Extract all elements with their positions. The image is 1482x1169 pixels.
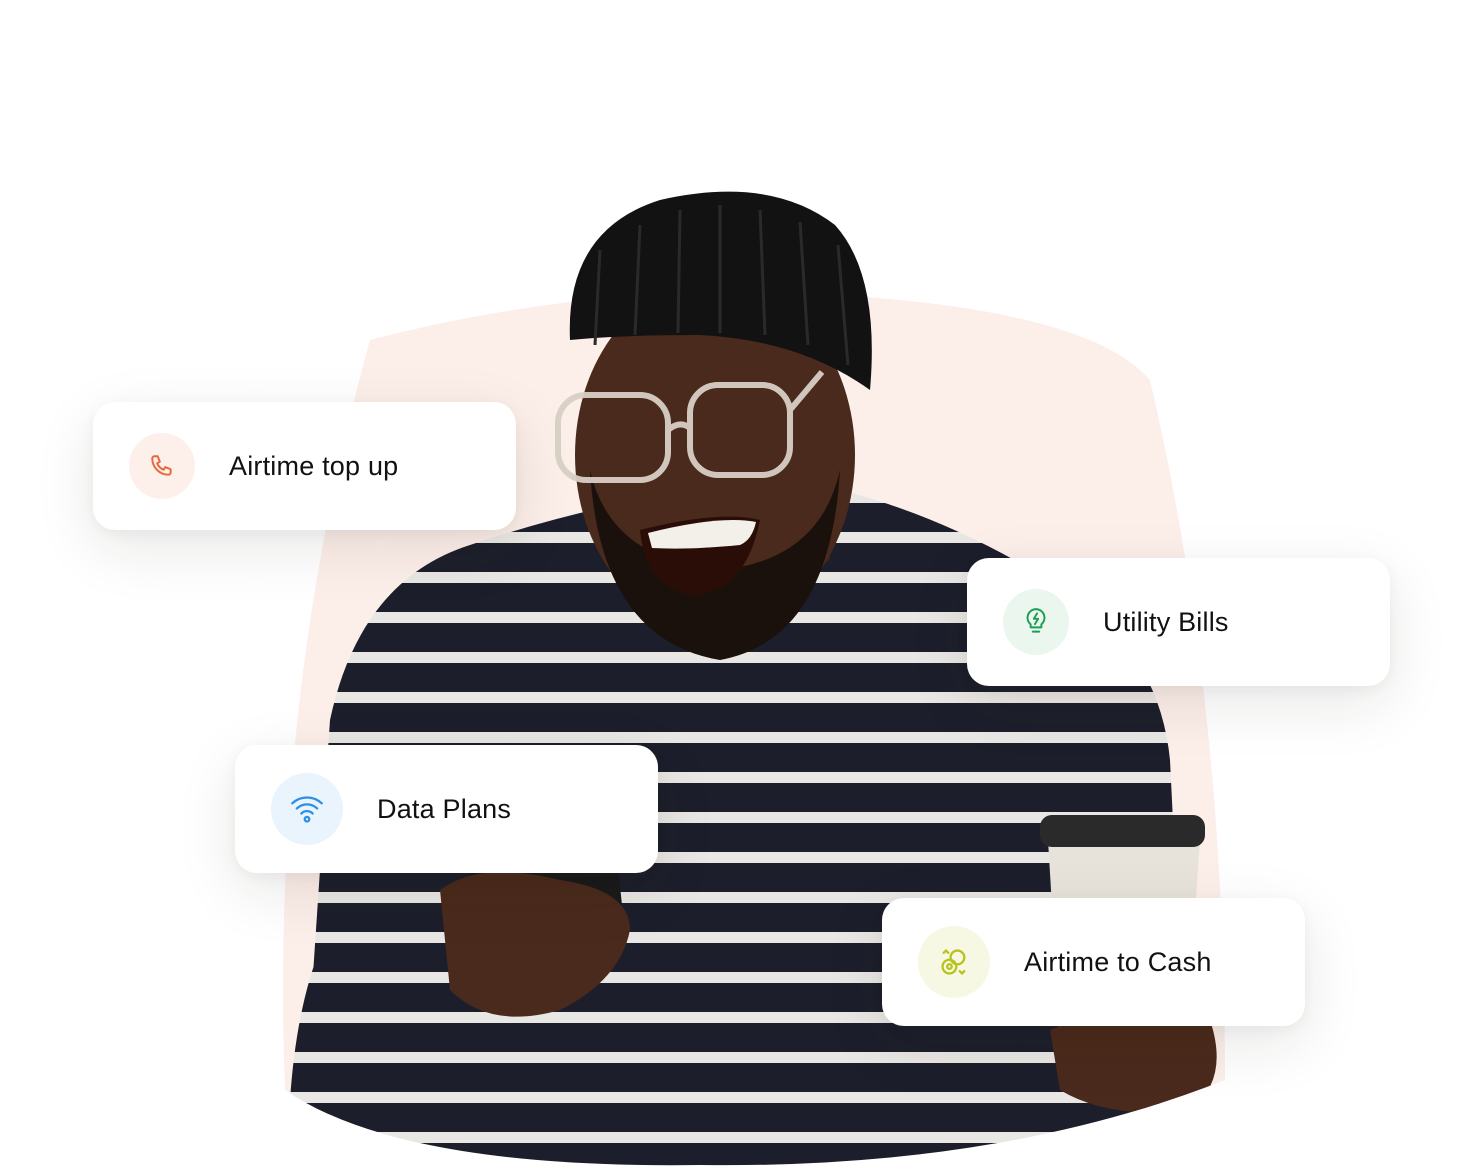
cash-icon-badge [918, 926, 990, 998]
wifi-icon [291, 796, 323, 823]
data-icon-badge [271, 773, 343, 845]
coffee-lid [1040, 815, 1205, 847]
utility-icon-badge [1003, 589, 1069, 655]
airtime-to-cash-card[interactable]: Airtime to Cash [882, 898, 1305, 1026]
data-plans-card[interactable]: Data Plans [235, 745, 658, 873]
data-plans-label: Data Plans [377, 793, 512, 824]
utility-bills-label: Utility Bills [1103, 606, 1229, 637]
lightbulb-bolt-icon [1026, 608, 1046, 633]
coins-exchange-icon [941, 948, 966, 976]
phone-icon [151, 455, 172, 476]
hand-right [1050, 1012, 1217, 1113]
airtime-top-up-label: Airtime top up [229, 450, 399, 481]
airtime-icon-badge [129, 433, 195, 499]
airtime-to-cash-label: Airtime to Cash [1024, 946, 1212, 977]
airtime-top-up-card[interactable]: Airtime top up [93, 402, 516, 530]
utility-bills-card[interactable]: Utility Bills [967, 558, 1390, 686]
